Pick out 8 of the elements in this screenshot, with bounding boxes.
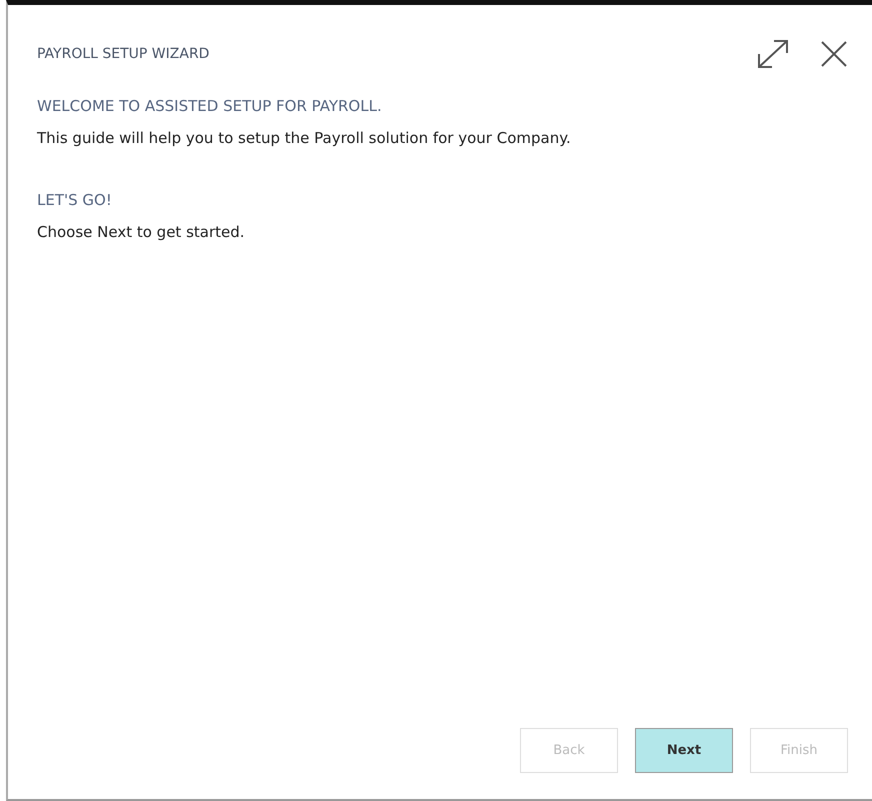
section-text: Choose Next to get started.	[37, 223, 246, 241]
window-title: PAYROLL SETUP WIZARD	[37, 46, 210, 62]
close-icon[interactable]	[820, 40, 848, 68]
wizard-button[interactable]: Next	[635, 728, 733, 773]
section-text: This guide will help you to setup the Payroll solution for your Company.	[37, 129, 572, 147]
section-heading: WELCOME TO ASSISTED SETUP FOR PAYROLL.	[37, 97, 383, 115]
section-heading: LET'S GO!	[37, 191, 113, 209]
expand-icon[interactable]	[756, 39, 790, 69]
